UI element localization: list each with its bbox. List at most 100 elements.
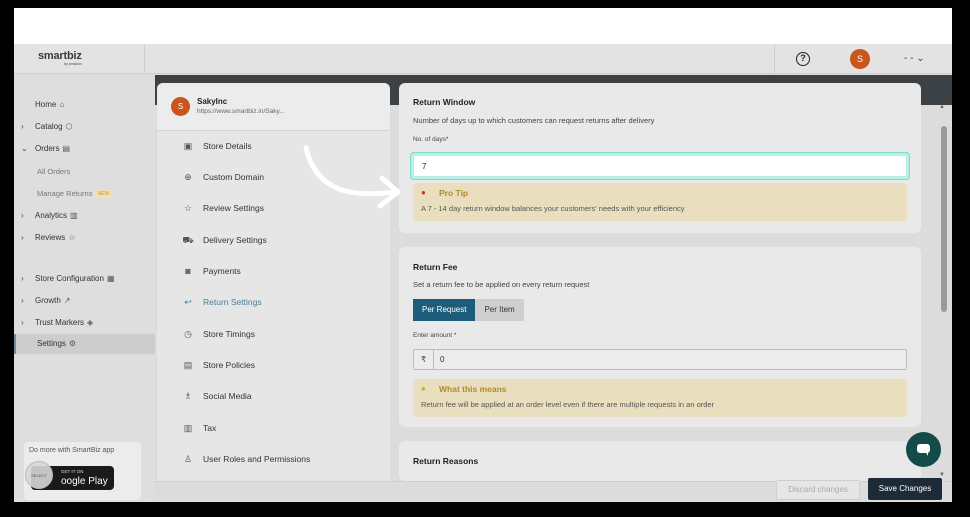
rupee-icon: ₹ bbox=[414, 350, 434, 369]
amount-input[interactable]: ₹ 0 bbox=[413, 349, 907, 370]
store-header: S SakyInc https://www.smartbiz.in/Saky..… bbox=[157, 83, 390, 131]
per-request-option[interactable]: Per Request bbox=[413, 299, 476, 321]
sidebar-item-store-configuration[interactable]: › Store Configuration ▦ bbox=[14, 269, 155, 289]
smartbiz-logo[interactable]: smartbiz by amazon bbox=[38, 50, 82, 66]
sidebar-item-growth[interactable]: › Growth ↗ bbox=[14, 291, 155, 311]
sidebar-item-label: Home bbox=[35, 100, 57, 109]
settings-item-user-roles[interactable]: ♙ User Roles and Permissions bbox=[157, 444, 390, 475]
store-icon: ▦ bbox=[106, 274, 115, 283]
document-icon: ▤ bbox=[183, 360, 193, 370]
sidebar-item-orders[interactable]: ⌄ Orders ▤ bbox=[14, 139, 155, 159]
sidebar-item-label: Analytics bbox=[35, 211, 68, 220]
settings-item-tax[interactable]: ▥ Tax bbox=[157, 413, 390, 444]
settings-item-label: Social Media bbox=[203, 391, 252, 401]
save-changes-button[interactable]: Save Changes bbox=[868, 478, 942, 500]
store-avatar: S bbox=[171, 97, 190, 116]
sidebar-item-label: Settings bbox=[37, 339, 66, 348]
store-url[interactable]: https://www.smartbiz.in/Saky... bbox=[197, 108, 285, 115]
settings-item-label: Custom Domain bbox=[203, 172, 264, 182]
fee-type-toggle: Per Request Per Item bbox=[413, 299, 524, 321]
pro-tip-box: ● Pro Tip A 7 - 14 day return window bal… bbox=[413, 183, 907, 221]
chevron-down-icon: ⌄ bbox=[21, 144, 28, 153]
star-icon: ☆ bbox=[183, 203, 193, 213]
return-fee-card: Return Fee Set a return fee to be applie… bbox=[399, 247, 921, 427]
settings-item-return-settings[interactable]: ↩ Return Settings bbox=[157, 287, 390, 318]
scroll-up-icon[interactable]: ▲ bbox=[939, 104, 945, 110]
app-window: smartbiz by amazon ? S - - ⌄ Home ⌂ › Cat… bbox=[14, 44, 952, 502]
return-fee-description: Set a return fee to be applied on every … bbox=[413, 280, 590, 289]
return-fee-title: Return Fee bbox=[413, 262, 458, 272]
payment-icon: ◙ bbox=[185, 266, 191, 276]
info-text: Return fee will be applied at an order l… bbox=[421, 400, 715, 409]
cursor-indicator: SELECT bbox=[25, 461, 53, 489]
settings-item-store-timings[interactable]: ◷ Store Timings bbox=[157, 319, 390, 350]
chevron-down-icon[interactable]: - - ⌄ bbox=[904, 49, 925, 69]
info-box: ● What this means Return fee will be app… bbox=[413, 379, 907, 417]
annotation-arrow bbox=[303, 145, 401, 209]
pro-tip-text: A 7 - 14 day return window balances your… bbox=[421, 204, 685, 213]
sidebar-item-settings[interactable]: Settings ⚙ bbox=[14, 334, 155, 354]
scrollbar-thumb[interactable] bbox=[941, 126, 947, 312]
settings-item-label: Delivery Settings bbox=[203, 235, 267, 245]
chevron-right-icon: › bbox=[21, 318, 24, 327]
header-divider-right bbox=[774, 44, 775, 74]
user-avatar[interactable]: S bbox=[850, 49, 870, 69]
sidebar-item-all-orders[interactable]: All Orders bbox=[14, 162, 155, 182]
sidebar-item-manage-returns[interactable]: Manage Returns NEW bbox=[14, 184, 155, 204]
tax-icon: ▥ bbox=[183, 423, 193, 433]
return-window-card: Return Window Number of days up to which… bbox=[399, 83, 921, 233]
return-window-description: Number of days up to which customers can… bbox=[413, 116, 655, 125]
return-icon: ↩ bbox=[184, 297, 192, 307]
settings-item-label: User Roles and Permissions bbox=[203, 454, 311, 464]
settings-item-label: Store Details bbox=[203, 141, 252, 151]
return-reasons-card: Return Reasons bbox=[399, 441, 921, 481]
sidebar-item-reviews[interactable]: › Reviews ☆ bbox=[14, 228, 155, 248]
amount-field-label: Enter amount * bbox=[413, 332, 457, 339]
gear-icon: ⚙ bbox=[68, 339, 77, 348]
info-title: What this means bbox=[439, 384, 507, 394]
sidebar-item-catalog[interactable]: › Catalog ⬡ bbox=[14, 117, 155, 137]
google-play-label: oogle Play bbox=[61, 476, 108, 487]
discard-changes-button[interactable]: Discard changes bbox=[776, 480, 860, 500]
sidebar-item-home[interactable]: Home ⌂ bbox=[14, 95, 155, 115]
chat-button[interactable] bbox=[906, 432, 941, 467]
promo-text: Do more with SmartBiz app bbox=[29, 447, 115, 454]
settings-item-payments[interactable]: ◙ Payments bbox=[157, 256, 390, 287]
top-header: smartbiz by amazon ? S - - ⌄ bbox=[14, 44, 952, 74]
chat-icon bbox=[917, 444, 930, 453]
sidebar-item-label: All Orders bbox=[37, 167, 71, 176]
sidebar-item-analytics[interactable]: › Analytics ▥ bbox=[14, 206, 155, 226]
days-field-label: No. of days* bbox=[413, 136, 449, 143]
settings-item-store-policies[interactable]: ▤ Store Policies bbox=[157, 350, 390, 381]
chevron-right-icon: › bbox=[21, 274, 24, 283]
google-play-small-text: GET IT ON bbox=[61, 469, 84, 474]
amount-value: 0 bbox=[440, 355, 445, 364]
clipboard-icon: ▤ bbox=[62, 144, 71, 153]
home-icon: ⌂ bbox=[59, 100, 65, 109]
pro-tip-title: Pro Tip bbox=[439, 188, 469, 198]
sidebar-item-label: Catalog bbox=[35, 122, 63, 131]
chat-icon-tail bbox=[925, 451, 928, 456]
shield-icon: ◈ bbox=[87, 318, 94, 327]
truck-icon: ⛟ bbox=[182, 235, 194, 245]
settings-item-label: Tax bbox=[203, 423, 217, 433]
top-blank-strip bbox=[14, 8, 952, 44]
days-input[interactable] bbox=[411, 153, 909, 179]
smile-icon: ● bbox=[421, 384, 426, 393]
help-icon[interactable]: ? bbox=[796, 52, 810, 66]
settings-item-label: Review Settings bbox=[203, 203, 264, 213]
sidebar-item-trust-markers[interactable]: › Trust Markers ◈ bbox=[14, 313, 155, 333]
settings-item-social-media[interactable]: ♗ Social Media bbox=[157, 381, 390, 412]
sidebar-item-label: Orders bbox=[35, 144, 60, 153]
lightbulb-icon: ● bbox=[421, 188, 426, 197]
social-icon: ♗ bbox=[183, 391, 193, 401]
store-name: SakyInc bbox=[197, 97, 228, 106]
box-icon: ⬡ bbox=[65, 122, 73, 131]
clock-icon: ◷ bbox=[184, 329, 192, 339]
header-divider bbox=[144, 44, 145, 74]
screen-frame: smartbiz by amazon ? S - - ⌄ Home ⌂ › Cat… bbox=[14, 8, 952, 502]
globe-icon: ⊕ bbox=[184, 172, 192, 182]
per-item-option[interactable]: Per Item bbox=[475, 299, 524, 321]
settings-item-label: Store Policies bbox=[203, 360, 255, 370]
chevron-right-icon: › bbox=[21, 211, 24, 220]
